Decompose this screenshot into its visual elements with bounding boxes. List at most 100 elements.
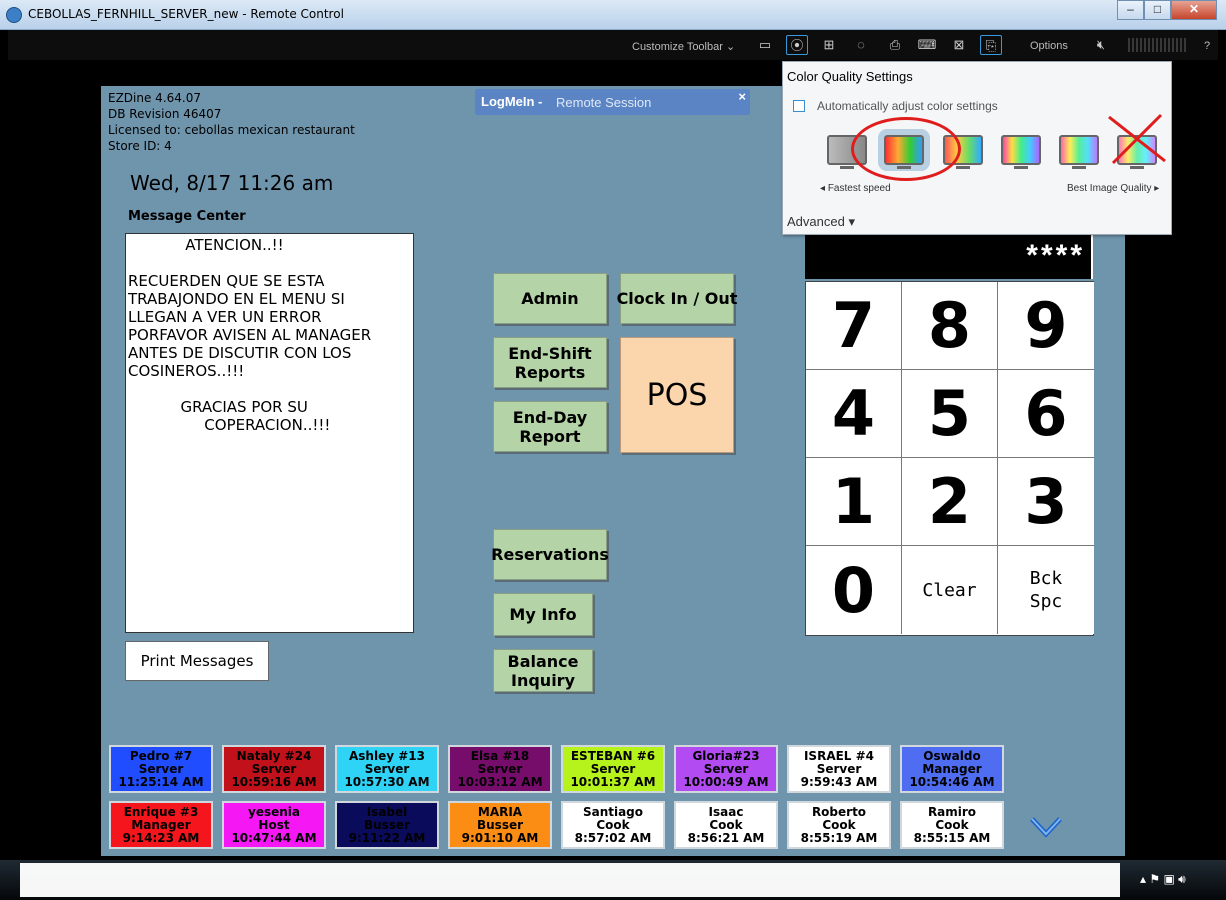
key-6[interactable]: 6 [998, 370, 1094, 458]
admin-button[interactable]: Admin [493, 273, 607, 324]
employee-tile[interactable]: Isaac Cook 8:56:21 AM [674, 801, 778, 849]
employee-tile[interactable]: Ramiro Cook 8:55:15 AM [900, 801, 1004, 849]
end-day-report-button[interactable]: End-Day Report [493, 401, 607, 452]
monitor-stand-icon [1130, 166, 1144, 169]
help-button[interactable]: ? [1204, 40, 1210, 52]
employee-time: 8:55:15 AM [913, 831, 991, 845]
my-info-button[interactable]: My Info [493, 593, 593, 636]
balance-inquiry-button[interactable]: Balance Inquiry [493, 649, 593, 692]
key-0[interactable]: 0 [806, 546, 902, 634]
message-line: RECUERDEN QUE SE ESTA [128, 272, 325, 290]
db-revision: DB Revision 46407 [108, 107, 222, 121]
print-icon[interactable]: ⎙ [884, 35, 906, 55]
employee-tile[interactable]: yesenia Host 10:47:44 AM [222, 801, 326, 849]
logmein-session-bar[interactable]: LogMeIn - Remote Session × [475, 89, 750, 115]
monitor-stand-icon [1014, 166, 1028, 169]
color-quality-icon[interactable]: ⦿ [786, 35, 808, 55]
pos-button[interactable]: POS [620, 337, 734, 453]
employee-tile[interactable]: ESTEBAN #6 Server 10:01:37 AM [561, 745, 665, 793]
key-1[interactable]: 1 [806, 458, 902, 546]
key-7[interactable]: 7 [806, 282, 902, 370]
scroll-down-chevron-icon[interactable] [1029, 814, 1063, 840]
key-2[interactable]: 2 [902, 458, 998, 546]
employee-time: 11:25:14 AM [118, 775, 204, 789]
key-4[interactable]: 4 [806, 370, 902, 458]
employee-tile[interactable]: Oswaldo Manager 10:54:46 AM [900, 745, 1004, 793]
options-menu[interactable]: Options [1030, 40, 1068, 52]
message-center-title: Message Center [128, 209, 246, 224]
window-right-border [1218, 60, 1226, 860]
monitor-stand-icon [1072, 166, 1086, 169]
employee-tile[interactable]: Santiago Cook 8:57:02 AM [561, 801, 665, 849]
employee-tile[interactable]: Isabel Busser 9:11:22 AM [335, 801, 439, 849]
employee-time: 10:59:16 AM [231, 775, 317, 789]
mute-icon[interactable]: 🔇︎ [1090, 35, 1112, 55]
maximize-button[interactable]: □ [1144, 0, 1171, 20]
employee-tile[interactable]: Elsa #18 Server 10:03:12 AM [448, 745, 552, 793]
employee-tile[interactable]: Gloria#23 Server 10:00:49 AM [674, 745, 778, 793]
clock-in-out-button[interactable]: Clock In / Out [617, 273, 737, 324]
session-close-icon[interactable]: × [738, 89, 746, 104]
chat-icon[interactable]: ◌ [850, 35, 872, 55]
key-5[interactable]: 5 [902, 370, 998, 458]
annotation-circle [851, 117, 961, 181]
employee-tile[interactable]: Enrique #3 Manager 9:14:23 AM [109, 801, 213, 849]
employee-time: 10:00:49 AM [683, 775, 769, 789]
network-icon[interactable]: ⊞ [818, 35, 840, 55]
print-messages-button[interactable]: Print Messages [125, 641, 269, 681]
logmein-brand: LogMeIn - [481, 94, 543, 109]
message-line: TRABAJONDO EN EL MENU SI [128, 290, 345, 308]
advanced-toggle[interactable]: Advanced ▾ [787, 214, 855, 230]
employee-time: 10:03:12 AM [457, 775, 543, 789]
numeric-keypad: 7 8 9 4 5 6 1 2 3 0 Clear Bck Spc [805, 281, 1094, 636]
taskbar: ▴ ⚑ ▣ 🔊︎ [0, 860, 1226, 900]
system-tray: ▴ ⚑ ▣ 🔊︎ [1140, 872, 1186, 886]
customize-toolbar-link[interactable]: Customize Toolbar ⌄ [632, 40, 735, 53]
employee-tile[interactable]: Roberto Cook 8:55:19 AM [787, 801, 891, 849]
chevron-down-icon: ⌄ [725, 41, 736, 53]
screen-blank-icon[interactable]: ⊠ [948, 35, 970, 55]
popup-title: Color Quality Settings [787, 69, 913, 84]
employee-time: 9:59:43 AM [800, 775, 878, 789]
employee-tile[interactable]: Nataly #24 Server 10:59:16 AM [222, 745, 326, 793]
end-shift-reports-button[interactable]: End-Shift Reports [493, 337, 607, 388]
window-icon[interactable]: ▭ [754, 35, 776, 55]
key-3[interactable]: 3 [998, 458, 1094, 546]
message-line: ATENCION..!! [128, 236, 284, 254]
employee-time: 8:55:19 AM [800, 831, 878, 845]
window-left-border [0, 60, 8, 860]
employee-tile[interactable]: Ashley #13 Server 10:57:30 AM [335, 745, 439, 793]
best-quality-text: Best Image Quality [1067, 183, 1152, 194]
system-info: EZDine 4.64.07 DB Revision 46407 License… [108, 90, 355, 154]
employee-time: 8:56:21 AM [687, 831, 765, 845]
license-info: Licensed to: cebollas mexican restaurant [108, 123, 355, 137]
dropdown-arrow-icon: ▾ [848, 214, 855, 229]
advanced-label: Advanced [787, 214, 845, 229]
clear-key[interactable]: Clear [902, 546, 998, 634]
minimize-button[interactable]: – [1117, 0, 1144, 20]
key-8[interactable]: 8 [902, 282, 998, 370]
employee-tile[interactable]: Pedro #7 Server 11:25:14 AM [109, 745, 213, 793]
clipboard-icon[interactable]: ⎘ [980, 35, 1002, 55]
fastest-speed-label: ◂ Fastest speed [820, 183, 891, 194]
employee-tile[interactable]: ISRAEL #4 Server 9:59:43 AM [787, 745, 891, 793]
message-line: LLEGAN A VER UN ERROR [128, 308, 322, 326]
employee-time: 10:47:44 AM [231, 831, 317, 845]
employee-tile[interactable]: MARIA Busser 9:01:10 AM [448, 801, 552, 849]
employee-time: 9:11:22 AM [348, 831, 426, 845]
color-quality-option-5-icon[interactable] [1059, 135, 1099, 165]
auto-adjust-label: Automatically adjust color settings [817, 99, 998, 113]
annotation-cross-icon [1108, 113, 1166, 165]
keyboard-icon[interactable]: ⌨ [916, 35, 938, 55]
message-line: COPERACION..!!! [128, 416, 331, 434]
backspace-key[interactable]: Bck Spc [998, 546, 1094, 634]
auto-adjust-checkbox[interactable] [793, 100, 805, 112]
message-center-box[interactable]: ATENCION..!! RECUERDEN QUE SE ESTA TRABAJO… [125, 233, 414, 633]
passcode-display: **** [805, 235, 1093, 279]
close-button[interactable]: ✕ [1171, 0, 1217, 20]
reservations-button[interactable]: Reservations [491, 529, 609, 580]
key-9[interactable]: 9 [998, 282, 1094, 370]
monitor-stand-icon [840, 166, 854, 169]
current-datetime: Wed, 8/17 11:26 am [130, 171, 334, 195]
color-quality-option-4-icon[interactable] [1001, 135, 1041, 165]
